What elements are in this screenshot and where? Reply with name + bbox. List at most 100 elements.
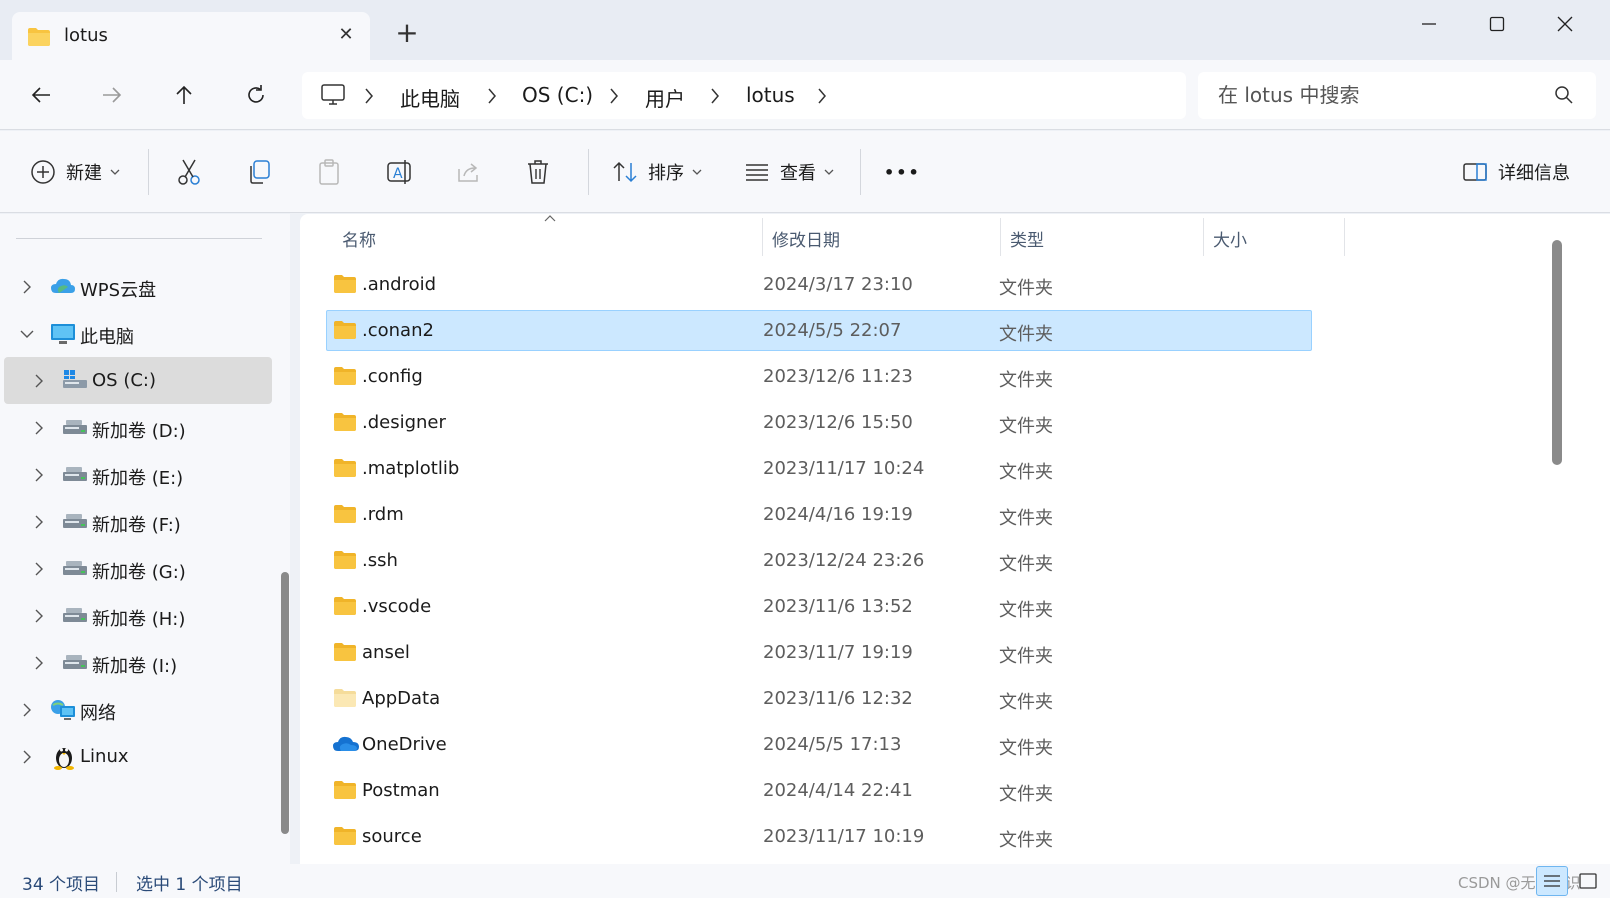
chevron-right-icon[interactable]	[20, 750, 34, 764]
sidebar-item-drive-f[interactable]: 新加卷 (F:)	[4, 498, 272, 545]
file-row[interactable]: .rdm 2024/4/16 19:19 文件夹	[326, 494, 1312, 535]
refresh-button[interactable]	[236, 77, 276, 113]
column-header-type[interactable]: 类型	[1010, 226, 1044, 251]
file-name: .designer	[362, 412, 446, 433]
chevron-right-icon[interactable]	[32, 515, 46, 529]
breadcrumb-lotus[interactable]: lotus	[746, 83, 795, 107]
new-label: 新建	[66, 163, 102, 184]
view-button[interactable]: 查看	[744, 151, 834, 193]
details-pane-button[interactable]: 详细信息	[1462, 151, 1570, 193]
tab-title: lotus	[64, 25, 108, 46]
breadcrumb-this-pc[interactable]: 此电脑	[400, 83, 460, 112]
file-row[interactable]: .android 2024/3/17 23:10 文件夹	[326, 264, 1312, 305]
column-divider[interactable]	[1000, 218, 1001, 256]
back-button[interactable]	[21, 77, 61, 113]
copy-button[interactable]	[246, 151, 272, 193]
file-row[interactable]: .matplotlib 2023/11/17 10:24 文件夹	[326, 448, 1312, 489]
drive-icon	[62, 651, 88, 677]
file-row[interactable]: Postman 2024/4/14 22:41 文件夹	[326, 770, 1312, 811]
sidebar-item-os-c[interactable]: OS (C:)	[4, 357, 272, 404]
selected-count: 选中 1 个项目	[136, 875, 243, 895]
maximize-icon	[1489, 16, 1505, 32]
file-type: 文件夹	[999, 508, 1053, 529]
sidebar-item-drive-h[interactable]: 新加卷 (H:)	[4, 592, 272, 639]
chevron-right-icon[interactable]	[20, 280, 34, 294]
file-date: 2024/4/16 19:19	[763, 504, 913, 525]
details-view-button[interactable]	[1536, 866, 1568, 896]
file-row[interactable]: .config 2023/12/6 11:23 文件夹	[326, 356, 1312, 397]
column-divider[interactable]	[1344, 218, 1345, 256]
tab-lotus[interactable]: lotus ✕	[12, 12, 370, 60]
breadcrumb-os-c[interactable]: OS (C:)	[522, 83, 593, 107]
sidebar-item-drive-i[interactable]: 新加卷 (I:)	[4, 639, 272, 686]
delete-button[interactable]	[526, 151, 550, 193]
sort-button[interactable]: 排序	[612, 151, 702, 193]
chevron-down-icon[interactable]	[20, 327, 34, 341]
sidebar-item-drive-g[interactable]: 新加卷 (G:)	[4, 545, 272, 592]
chevron-right-icon	[488, 88, 496, 104]
file-date: 2024/5/5 17:13	[763, 734, 902, 755]
sidebar-item-label: WPS云盘	[80, 280, 157, 301]
folder-icon	[333, 320, 357, 344]
sidebar-item-label: 网络	[80, 703, 116, 724]
command-bar: 新建 A 排序 查看 ••• 详细信息	[0, 131, 1610, 213]
minimize-button[interactable]	[1406, 8, 1452, 40]
search-box	[1198, 72, 1596, 119]
forward-button[interactable]	[92, 77, 132, 113]
file-row[interactable]: .designer 2023/12/6 15:50 文件夹	[326, 402, 1312, 443]
chevron-right-icon[interactable]	[32, 374, 46, 388]
up-button[interactable]	[164, 77, 204, 113]
search-icon[interactable]	[1554, 85, 1574, 109]
column-divider[interactable]	[1203, 218, 1204, 256]
tiles-view-button[interactable]	[1572, 866, 1604, 896]
chevron-right-icon[interactable]	[815, 86, 829, 106]
sidebar-item-network[interactable]: 网络	[4, 686, 272, 733]
item-count: 34 个项目	[22, 875, 101, 895]
share-button[interactable]	[456, 151, 482, 193]
file-date: 2023/11/6 13:52	[763, 596, 913, 617]
sidebar-item-wps-cloud[interactable]: WPS云盘	[4, 263, 272, 310]
tiles-view-icon	[1579, 873, 1597, 889]
drive-icon	[62, 416, 88, 442]
search-input[interactable]	[1218, 83, 1548, 107]
new-tab-button[interactable]: +	[390, 18, 424, 52]
chevron-right-icon[interactable]	[32, 562, 46, 576]
file-type: 文件夹	[999, 646, 1053, 667]
column-header-name[interactable]: 名称	[342, 226, 376, 251]
cut-button[interactable]	[176, 151, 202, 193]
file-row[interactable]: OneDrive 2024/5/5 17:13 文件夹	[326, 724, 1312, 765]
sidebar-item-drive-e[interactable]: 新加卷 (E:)	[4, 451, 272, 498]
chevron-right-icon[interactable]	[32, 656, 46, 670]
column-divider[interactable]	[762, 218, 763, 256]
file-row[interactable]: .vscode 2023/11/6 13:52 文件夹	[326, 586, 1312, 627]
column-header-date[interactable]: 修改日期	[772, 226, 840, 251]
chevron-right-icon[interactable]	[32, 421, 46, 435]
file-row[interactable]: .ssh 2023/12/24 23:26 文件夹	[326, 540, 1312, 581]
chevron-right-icon[interactable]	[32, 609, 46, 623]
file-row-selected[interactable]: .conan2 2024/5/5 22:07 文件夹	[326, 310, 1312, 351]
close-tab-icon[interactable]: ✕	[332, 22, 360, 50]
new-button[interactable]: 新建	[30, 151, 120, 193]
rename-button[interactable]: A	[386, 151, 414, 193]
file-row[interactable]: AppData 2023/11/6 12:32 文件夹	[326, 678, 1312, 719]
file-row[interactable]: source 2023/11/17 10:19 文件夹	[326, 816, 1312, 857]
close-window-button[interactable]	[1542, 8, 1588, 40]
sidebar-item-label: 此电脑	[80, 327, 134, 348]
status-divider	[116, 872, 117, 892]
chevron-right-icon[interactable]	[32, 468, 46, 482]
breadcrumb-users[interactable]: 用户	[645, 83, 685, 112]
sidebar-item-label: OS (C:)	[92, 370, 156, 391]
sidebar-item-linux[interactable]: Linux	[4, 733, 272, 780]
address-bar[interactable]: 此电脑 OS (C:) 用户 lotus	[302, 72, 1186, 119]
more-options-button[interactable]: •••	[884, 151, 921, 193]
maximize-button[interactable]	[1474, 8, 1520, 40]
column-header-size[interactable]: 大小	[1213, 226, 1247, 251]
sidebar-item-drive-d[interactable]: 新加卷 (D:)	[4, 404, 272, 451]
sidebar-item-this-pc[interactable]: 此电脑	[4, 310, 272, 357]
file-row[interactable]: ansel 2023/11/7 19:19 文件夹	[326, 632, 1312, 673]
chevron-right-icon	[610, 88, 618, 104]
sidebar-scrollbar-thumb[interactable]	[281, 572, 289, 834]
file-list-scrollbar-thumb[interactable]	[1552, 240, 1562, 465]
chevron-right-icon[interactable]	[20, 703, 34, 717]
paste-button[interactable]	[316, 151, 342, 193]
